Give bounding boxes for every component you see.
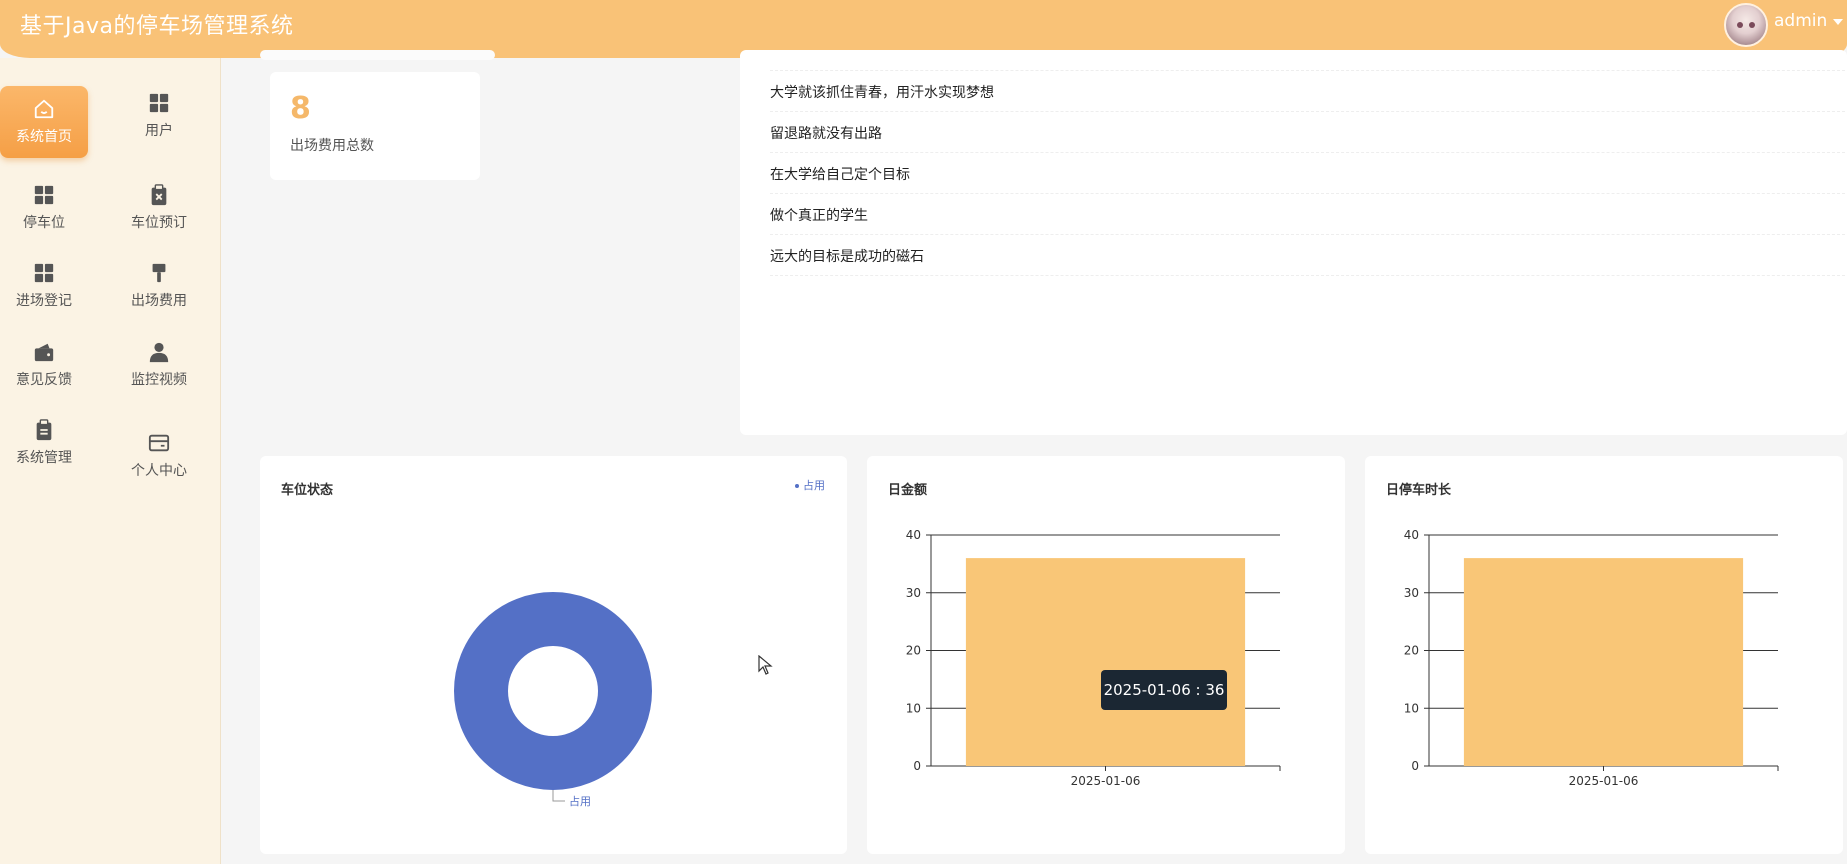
divider <box>770 275 1847 276</box>
stat-card <box>270 72 480 180</box>
sidebar-item-profile[interactable]: 个人中心 <box>115 420 203 492</box>
clipboard-x-icon <box>151 184 167 206</box>
divider <box>770 193 1847 194</box>
sidebar-item-label: 个人中心 <box>131 463 187 479</box>
wallet-icon <box>34 343 54 362</box>
sidebar-item-label: 系统首页 <box>16 129 72 145</box>
x-tick-label: 2025-01-06 <box>1569 774 1639 788</box>
y-tick-label: 0 <box>913 759 921 773</box>
motto-item[interactable]: 远大的目标是成功的磁石 <box>770 246 924 266</box>
divider <box>770 111 1847 112</box>
bar <box>1463 558 1744 766</box>
grid-icon <box>149 93 169 113</box>
y-tick-label: 10 <box>1404 701 1419 715</box>
sidebar-item-label: 用户 <box>145 123 173 139</box>
panel-fragment <box>260 50 495 60</box>
avatar-eye <box>1749 22 1755 28</box>
motto-panel <box>740 50 1847 435</box>
y-tick-label: 20 <box>1404 644 1419 658</box>
sidebar-item-label: 进场登记 <box>16 293 72 309</box>
grid-icon <box>34 185 54 205</box>
app-title: 基于Java的停车场管理系统 <box>20 14 294 39</box>
bar-chart-daily-parking-duration: 0 10 20 30 40 2025-01-06 <box>1404 528 1779 788</box>
sidebar-item-system-management[interactable]: 系统管理 <box>0 407 88 479</box>
divider <box>770 152 1847 153</box>
bar-chart-daily-amount: 0 10 20 30 40 2025-01-06 <box>906 528 1281 788</box>
pie-label-line <box>552 790 565 802</box>
avatar[interactable] <box>1724 3 1768 47</box>
sidebar-item-label: 监控视频 <box>131 372 187 388</box>
sidebar-item-label: 出场费用 <box>131 293 187 309</box>
sidebar-item-entry-registration[interactable]: 进场登记 <box>0 250 88 322</box>
pie-slice <box>454 592 652 790</box>
sidebar-item-exit-fees[interactable]: 出场费用 <box>115 250 203 322</box>
username[interactable]: admin <box>1774 11 1827 31</box>
grid-icon <box>34 263 54 283</box>
motto-item[interactable]: 在大学给自己定个目标 <box>770 164 910 184</box>
divider <box>770 70 1847 71</box>
sidebar-item-label: 车位预订 <box>131 215 187 231</box>
stat-value: 8 <box>290 91 311 126</box>
y-tick-label: 20 <box>906 644 921 658</box>
chart-tooltip: 2025-01-06 : 36 <box>1101 670 1227 710</box>
motto-item[interactable]: 大学就该抓住青春，用汗水实现梦想 <box>770 82 994 102</box>
bar <box>965 558 1246 766</box>
divider <box>770 234 1847 235</box>
motto-item[interactable]: 做个真正的学生 <box>770 205 868 225</box>
sidebar-item-surveillance-video[interactable]: 监控视频 <box>115 329 203 401</box>
y-tick-label: 40 <box>1404 528 1419 542</box>
y-tick-label: 40 <box>906 528 921 542</box>
card-icon <box>148 434 170 452</box>
y-tick-label: 30 <box>1404 586 1419 600</box>
home-icon <box>34 99 54 119</box>
brush-icon <box>152 263 166 283</box>
sidebar-item-label: 系统管理 <box>16 450 72 466</box>
caret-down-icon[interactable] <box>1833 19 1843 25</box>
stat-label: 出场费用总数 <box>290 138 374 154</box>
sidebar-item-parking-spaces[interactable]: 停车位 <box>0 172 88 244</box>
avatar-eye <box>1737 22 1743 28</box>
sidebar-item-feedback[interactable]: 意见反馈 <box>0 329 88 401</box>
clipboard-icon <box>36 419 52 441</box>
sidebar-item-reservations[interactable]: 车位预订 <box>115 172 203 244</box>
mouse-cursor-icon <box>758 655 773 675</box>
sidebar-item-label: 停车位 <box>23 215 65 231</box>
sidebar-item-users[interactable]: 用户 <box>115 80 203 152</box>
sidebar-item-label: 意见反馈 <box>16 372 72 388</box>
motto-item[interactable]: 留退路就没有出路 <box>770 123 882 143</box>
user-icon <box>149 342 169 363</box>
y-tick-label: 10 <box>906 701 921 715</box>
x-tick-label: 2025-01-06 <box>1071 774 1141 788</box>
y-tick-label: 0 <box>1411 759 1419 773</box>
sidebar-item-home[interactable]: 系统首页 <box>0 86 88 158</box>
y-tick-label: 30 <box>906 586 921 600</box>
pie-slice-label: 占用 <box>569 794 591 808</box>
